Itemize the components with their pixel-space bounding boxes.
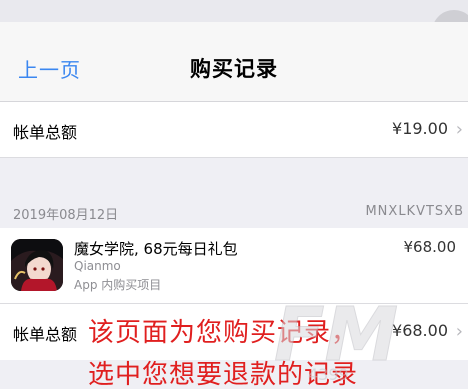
status-bar-area [0,0,468,22]
item-type: App 内购买项目 [74,278,162,292]
item-title: 魔女学院, 68元每日礼包 [74,240,238,258]
total-amount: ¥19.00 [392,119,448,138]
item-developer: Qianmo [74,259,121,273]
item-price: ¥68.00 [403,238,457,256]
order-date: 2019年08月12日 [13,208,119,223]
app-icon [11,239,63,291]
watermark-sub: 4399 [308,365,349,384]
order-header: 2019年08月12日 MNXLKVTSXB [0,198,468,228]
chevron-right-icon: › [455,321,463,342]
total-label: 帐单总额 [13,123,78,142]
watermark-logo: FM 4399 [274,292,399,385]
section-gap [0,158,468,198]
chevron-right-icon: › [455,119,463,140]
total-label: 帐单总额 [13,325,78,344]
navigation-bar: 上一页 购买记录 [0,22,468,102]
page-title: 购买记录 [190,57,278,81]
total-row-top[interactable]: 帐单总额 ¥19.00 › [0,102,468,158]
order-id: MNXLKVTSXB [365,204,464,219]
